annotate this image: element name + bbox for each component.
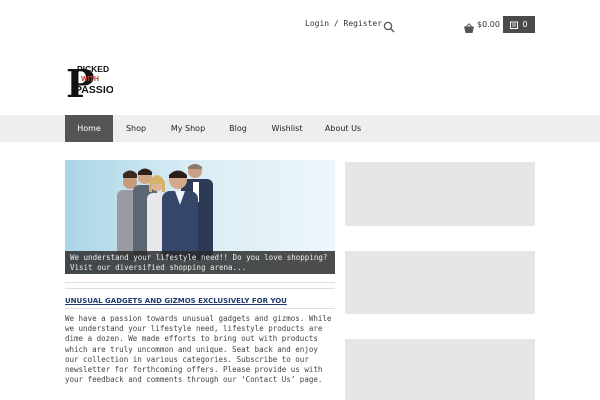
cart-count: 0	[522, 20, 528, 29]
cart-total[interactable]: $0.00	[477, 20, 500, 29]
sidebar-widget	[345, 251, 535, 314]
sidebar-widget	[345, 339, 535, 400]
nav-item-my-shop[interactable]: My Shop	[164, 115, 212, 142]
divider	[65, 288, 335, 289]
search-icon[interactable]	[383, 18, 395, 33]
logo-line1: PICKED	[77, 64, 109, 74]
nav-item-home[interactable]: Home	[65, 115, 113, 142]
nav-item-shop[interactable]: Shop	[116, 115, 156, 142]
sidebar-widget	[345, 162, 535, 226]
logo-line3: PASSION	[75, 84, 113, 96]
article-headline[interactable]: UNUSUAL GADGETS AND GIZMOS EXCLUSIVELY F…	[65, 297, 287, 305]
main-nav: Home Shop My Shop Blog Wishlist About Us	[0, 115, 600, 142]
top-bar: Login / Register $0.00 0	[0, 0, 600, 50]
login-register-link[interactable]: Login / Register	[305, 19, 382, 28]
nav-item-blog[interactable]: Blog	[222, 115, 254, 142]
divider	[65, 282, 335, 283]
logo-line2: WITH	[81, 76, 99, 83]
cart-bag-icon	[510, 21, 519, 29]
hero-banner[interactable]: We understand your lifestyle need!! Do y…	[65, 160, 335, 274]
nav-item-wishlist[interactable]: Wishlist	[264, 115, 310, 142]
nav-item-about-us[interactable]: About Us	[320, 115, 366, 142]
article-body: We have a passion towards unusual gadget…	[65, 314, 332, 385]
shopping-basket-icon[interactable]	[463, 19, 475, 33]
cart-count-button[interactable]: 0	[503, 16, 535, 33]
site-logo[interactable]: P PICKED WITH PASSION	[65, 60, 113, 98]
divider	[65, 308, 335, 309]
hero-caption: We understand your lifestyle need!! Do y…	[65, 251, 335, 274]
